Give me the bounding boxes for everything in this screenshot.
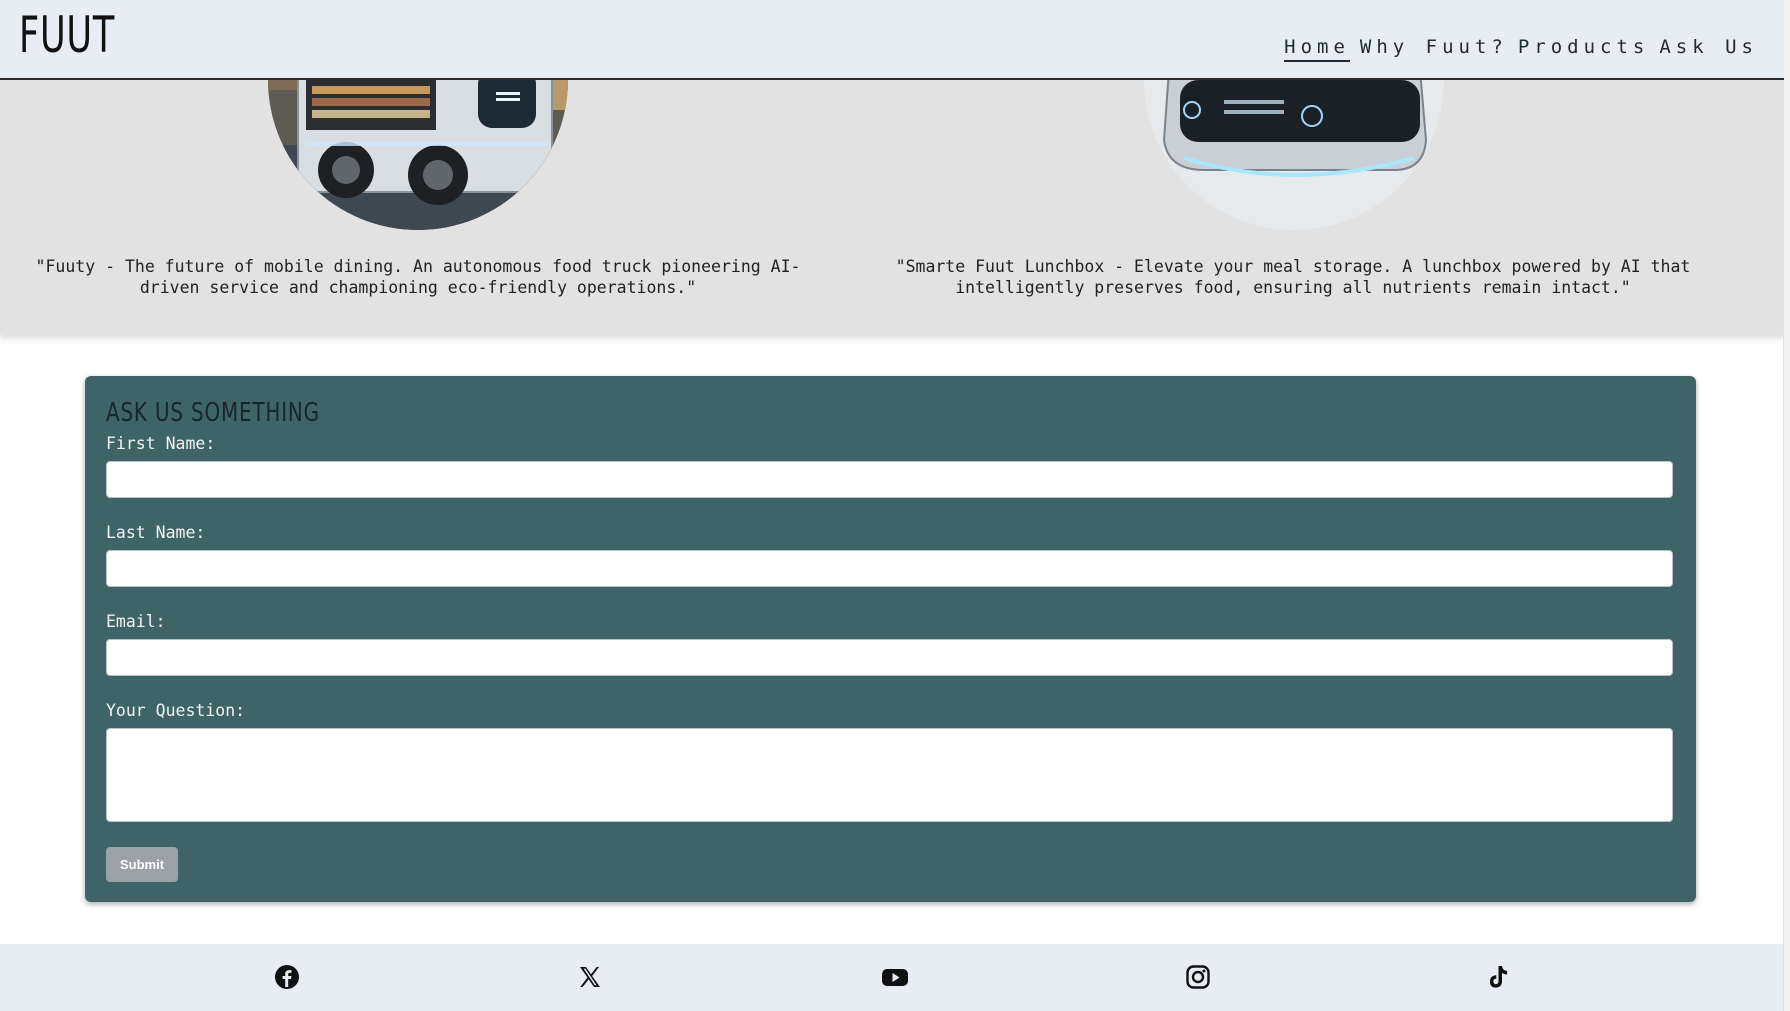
ask-us-form: ASK US SOMETHING First Name: Last Name: … [85,376,1696,902]
facebook-icon[interactable] [272,962,302,992]
form-title: ASK US SOMETHING [106,398,320,428]
last-name-label: Last Name: [106,523,206,542]
last-name-input[interactable] [106,550,1673,587]
question-textarea[interactable] [106,728,1673,822]
instagram-icon[interactable] [1183,962,1213,992]
site-logo[interactable]: FUUT [19,6,115,64]
email-input[interactable] [106,639,1673,676]
first-name-input[interactable] [106,461,1673,498]
site-header: FUUT Home Why Fuut? Products Ask Us [0,0,1784,80]
site-footer [0,944,1784,1011]
email-label: Email: [106,612,166,631]
question-label: Your Question: [106,701,246,720]
submit-button[interactable]: Submit [106,847,178,882]
nav-ask-us[interactable]: Ask Us [1659,36,1758,62]
main-nav: Home Why Fuut? Products Ask Us [1274,36,1758,62]
page-scrollbar[interactable] [1783,0,1790,1011]
first-name-label: First Name: [106,434,216,453]
lunchbox-caption: "Smarte Fuut Lunchbox - Elevate your mea… [895,257,1691,297]
nav-home[interactable]: Home [1284,36,1350,62]
youtube-icon[interactable] [880,962,910,992]
nav-why-fuut[interactable]: Why Fuut? [1360,36,1508,62]
tiktok-icon[interactable] [1482,962,1512,992]
nav-products[interactable]: Products [1518,36,1650,62]
x-icon[interactable] [575,962,605,992]
page: "Fuuty - The future of mobile dining. An… [0,0,1784,1011]
food-truck-caption: "Fuuty - The future of mobile dining. An… [35,257,801,297]
